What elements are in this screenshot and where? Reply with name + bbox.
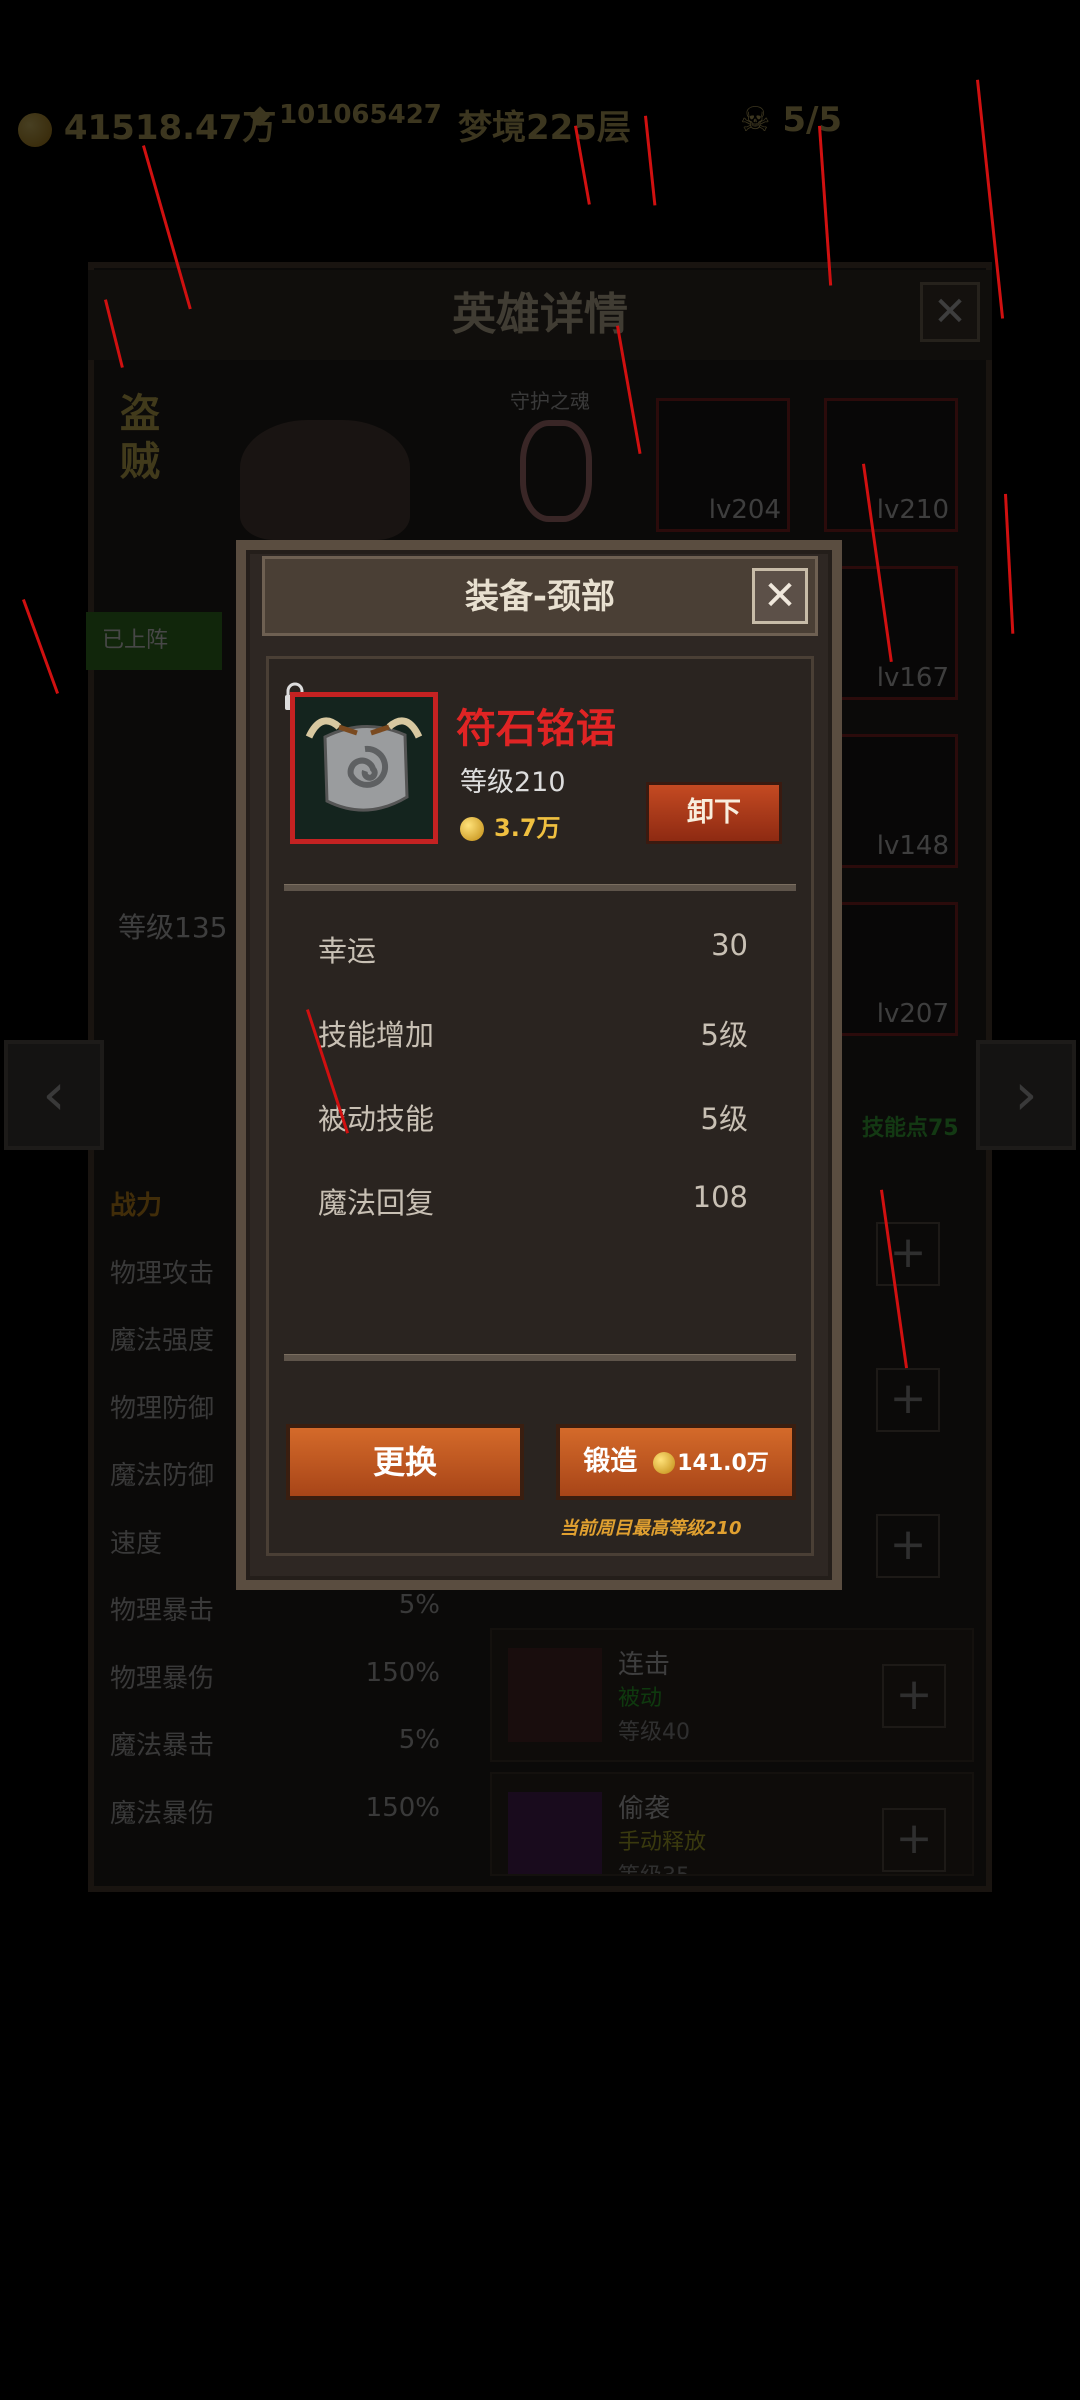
dialog-close-button[interactable]: ✕ [752,568,808,624]
divider [284,1354,796,1361]
skill-card[interactable]: 连击 被动 等级40 + [490,1628,974,1762]
guardian-soul-label: 守护之魂 [510,389,590,413]
divider [284,884,796,891]
item-level: 等级210 [460,767,566,798]
unequip-button[interactable]: 卸下 [646,782,782,844]
stat-row: 物理暴伤 150% [110,1657,440,1694]
item-price: 3.7万 [460,808,561,843]
equip-slot-head[interactable]: lv204 [656,398,790,532]
skill-upgrade-button[interactable]: + [882,1664,946,1728]
equip-slot-body[interactable]: lv167 [824,566,958,700]
stat-row: 物理暴击 5% [110,1590,440,1626]
dagger-skill-icon [508,1648,602,1742]
sneak-attack-skill-icon [508,1792,602,1874]
attribute-row: 被动技能 5级 [318,1102,748,1136]
equip-slot-neck[interactable]: lv210 [824,398,958,532]
top-resource-bar: 41518.47万 ◆ 101065427 梦境225层 ☠ 5/5 [0,90,1080,150]
dialog-title: 装备-颈部 [262,556,818,636]
skull-counter: ☠ 5/5 [740,100,843,140]
stat-row: 魔法暴击 5% [110,1725,440,1761]
skull-icon: ☠ [740,100,771,140]
equip-slot-ring[interactable]: lv148 [824,734,958,868]
guardian-soul-icon[interactable] [520,420,592,522]
hero-panel-title: 英雄详情 [88,270,992,360]
attribute-row: 幸运 30 [318,928,748,968]
prev-hero-arrow[interactable]: ‹ [4,1040,104,1150]
gold-coin-icon [460,817,484,841]
next-hero-arrow[interactable]: › [976,1040,1076,1150]
item-icon-frame[interactable] [290,692,438,844]
attribute-row: 技能增加 5级 [318,1018,748,1052]
skill-upgrade-button[interactable]: + [876,1368,940,1432]
item-name: 符石铭语 [456,706,616,752]
rune-stone-amulet-icon [295,697,433,839]
forge-button[interactable]: 锻造 141.0万 [556,1424,796,1500]
equip-slot-trinket[interactable]: lv207 [824,902,958,1036]
skill-upgrade-button[interactable]: + [876,1514,940,1578]
attribute-row: 魔法回复 108 [318,1180,748,1220]
gold-coin-icon [18,112,52,147]
skill-upgrade-button[interactable]: + [882,1808,946,1872]
hero-level-label: 等级135 [118,911,228,944]
gold-counter: 41518.47万 [18,100,276,149]
hero-portrait [240,420,410,540]
stat-row: 魔法暴伤 150% [110,1792,440,1829]
max-level-note: 当前周目最高等级210 [560,1518,742,1539]
dream-stage-label: 梦境225层 [458,108,631,148]
hero-class-label: 盗贼 [120,391,160,485]
gold-coin-icon [653,1451,676,1474]
skill-card[interactable]: 偷袭 手动释放 等级35 + [490,1772,974,1876]
gem-icon: ◆ [250,100,270,130]
hero-panel-close-button[interactable]: ✕ [920,282,980,342]
on-team-badge: 已上阵 [86,612,222,670]
gem-counter: ◆ 101065427 [250,100,442,130]
replace-button[interactable]: 更换 [286,1424,524,1500]
skill-points-label: 技能点75 [862,1116,959,1141]
